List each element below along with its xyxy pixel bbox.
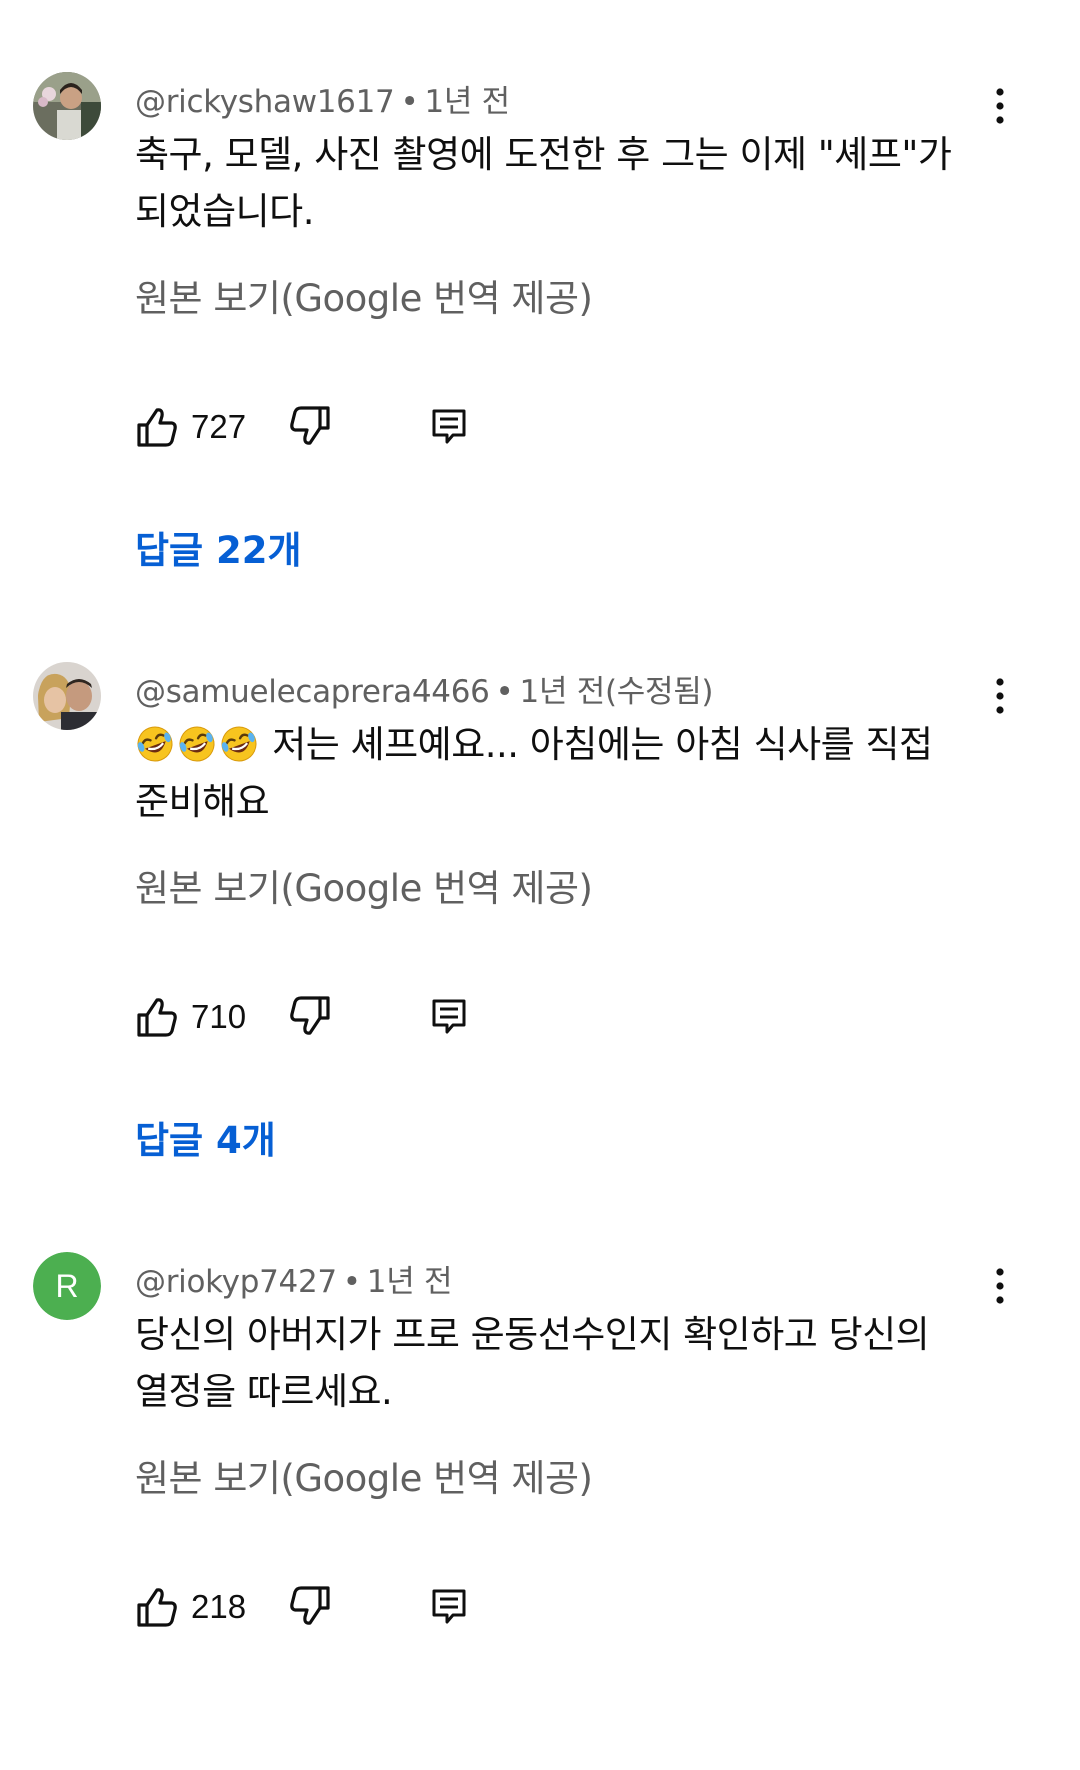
thumb-up-icon bbox=[137, 998, 177, 1037]
view-replies-link[interactable]: 답글 4개 bbox=[135, 1110, 276, 1164]
like-count: 727 bbox=[191, 408, 247, 445]
comment-meta: @riokyp7427 • 1년 전 bbox=[135, 1256, 453, 1301]
comment-time[interactable]: 1년 전 bbox=[367, 1264, 453, 1300]
avatar[interactable]: R bbox=[33, 1252, 101, 1320]
dislike-button[interactable] bbox=[288, 1584, 332, 1632]
like-count: 710 bbox=[191, 998, 247, 1035]
see-original-link[interactable]: 원본 보기(Google 번역 제공) bbox=[135, 858, 593, 912]
dislike-button[interactable] bbox=[288, 404, 332, 452]
rolling-on-floor-laughing-emoji bbox=[221, 726, 257, 762]
rolling-on-floor-laughing-emoji bbox=[137, 726, 173, 762]
more-options-button[interactable] bbox=[980, 674, 1020, 718]
comment-reply-icon bbox=[432, 409, 466, 444]
comment-meta: @rickyshaw1617 • 1년 전 bbox=[135, 76, 510, 121]
comment-actions: 218 bbox=[135, 1582, 535, 1632]
separator-dot: • bbox=[400, 84, 419, 120]
comment-time[interactable]: 1년 전(수정됨) bbox=[520, 674, 714, 710]
comment-actions: 710 bbox=[135, 992, 535, 1042]
more-vertical-icon bbox=[996, 88, 1004, 124]
author-name[interactable]: @riokyp7427 bbox=[135, 1264, 337, 1300]
reply-button[interactable] bbox=[431, 408, 467, 450]
comment-meta: @samuelecaprera4466 • 1년 전(수정됨) bbox=[135, 666, 714, 711]
see-original-link[interactable]: 원본 보기(Google 번역 제공) bbox=[135, 1448, 593, 1502]
emoji-group bbox=[135, 723, 261, 766]
dislike-button[interactable] bbox=[288, 994, 332, 1042]
more-options-button[interactable] bbox=[980, 84, 1020, 128]
thumb-down-icon bbox=[290, 1586, 330, 1625]
thumb-up-icon bbox=[137, 408, 177, 447]
comment-item: @rickyshaw1617 • 1년 전 축구, 모델, 사진 촬영에 도전한 후… bbox=[0, 0, 1080, 590]
author-name[interactable]: @samuelecaprera4466 bbox=[135, 674, 490, 710]
like-button[interactable]: 218 bbox=[135, 1582, 246, 1632]
see-original-link[interactable]: 원본 보기(Google 번역 제공) bbox=[135, 268, 593, 322]
comment-actions: 727 bbox=[135, 402, 535, 452]
thumb-up-icon bbox=[137, 1588, 177, 1627]
view-replies-link[interactable]: 답글 22개 bbox=[135, 520, 302, 574]
thumb-down-icon bbox=[290, 406, 330, 445]
like-button[interactable]: 727 bbox=[135, 402, 246, 452]
comment-text: 당신의 아버지가 프로 운동선수인지 확인하고 당신의 열정을 따르세요. bbox=[135, 1313, 930, 1413]
like-count: 218 bbox=[191, 1588, 247, 1625]
avatar-letter: R bbox=[33, 1252, 101, 1320]
more-vertical-icon bbox=[996, 678, 1004, 714]
comment-item: R @riokyp7427 • 1년 전 당신의 아버지가 프로 운동선수인지 확인… bbox=[0, 1180, 1080, 1770]
comment-item: @samuelecaprera4466 • 1년 전(수정됨) 저는 셰프예요...… bbox=[0, 590, 1080, 1180]
avatar[interactable] bbox=[33, 72, 101, 140]
separator-dot: • bbox=[342, 1264, 361, 1300]
comment-text: 축구, 모델, 사진 촬영에 도전한 후 그는 이제 "셰프"가 되었습니다. bbox=[135, 133, 952, 233]
more-vertical-icon bbox=[996, 1268, 1004, 1304]
rolling-on-floor-laughing-emoji bbox=[179, 726, 215, 762]
reply-button[interactable] bbox=[431, 1588, 467, 1630]
comment-text: 저는 셰프예요... 아침에는 아침 식사를 직접 준비해요 bbox=[135, 716, 955, 830]
like-button[interactable]: 710 bbox=[135, 992, 246, 1042]
avatar[interactable] bbox=[33, 662, 101, 730]
reply-button[interactable] bbox=[431, 998, 467, 1040]
comment-time[interactable]: 1년 전 bbox=[424, 84, 510, 120]
comment-reply-icon bbox=[432, 999, 466, 1034]
thumb-down-icon bbox=[290, 996, 330, 1035]
comment-reply-icon bbox=[432, 1589, 466, 1624]
more-options-button[interactable] bbox=[980, 1264, 1020, 1308]
author-name[interactable]: @rickyshaw1617 bbox=[135, 84, 395, 120]
separator-dot: • bbox=[495, 674, 514, 710]
